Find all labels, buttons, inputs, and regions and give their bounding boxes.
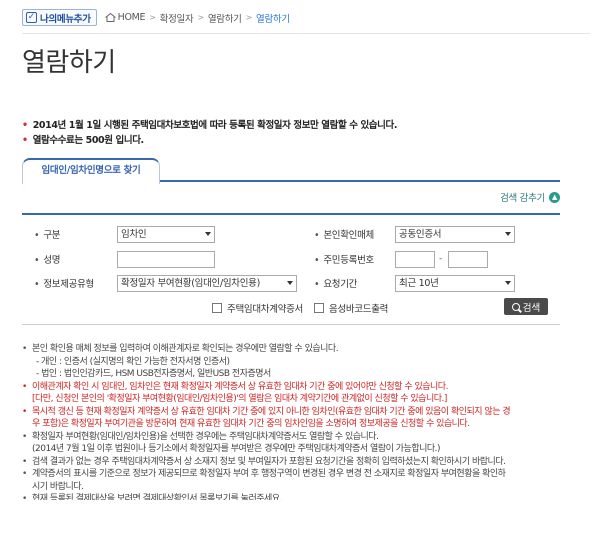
form-row: 구분 임차인 본인확인매체 공동인증서 xyxy=(22,224,560,244)
breadcrumb-current: 열람하기 xyxy=(256,13,290,25)
search-form: 구분 임차인 본인확인매체 공동인증서 성명 주민등록번호 - 정보제공유형 확… xyxy=(22,213,560,325)
notice-item: 2014년 1월 1일 시행된 주택임대차보호법에 따라 등록된 확정일자 정보… xyxy=(22,118,398,133)
period-select[interactable]: 최근 10년 xyxy=(395,274,515,292)
breadcrumb-view[interactable]: 열람하기 xyxy=(208,11,242,25)
guide-item: - 법인 : 법인인감카드, HSM USB전자증명서, 일반USB 전자증명서 xyxy=(36,369,271,379)
chevron-right-icon: > xyxy=(245,13,253,22)
jumin-front-input[interactable] xyxy=(395,250,435,268)
jumin-dash: - xyxy=(439,254,442,264)
search-button-label: 검색 xyxy=(522,302,541,314)
name-label: 성명 xyxy=(34,252,114,266)
home-icon xyxy=(104,12,116,22)
gubun-label: 구분 xyxy=(34,227,114,241)
info-type-select[interactable]: 확정일자 부여현황(임대인/임차인용) xyxy=(117,274,297,292)
chevron-down-icon xyxy=(287,280,293,285)
chevron-right-icon: > xyxy=(149,13,156,22)
form-row: 성명 주민등록번호 - xyxy=(22,249,560,269)
checkbox-icon xyxy=(212,303,222,313)
guide-item: 계약증서의 표시를 기준으로 정보가 제공되므로 확정일자 부여 후 행정구역이… xyxy=(22,468,582,481)
chevron-right-icon: > xyxy=(197,13,204,22)
period-label: 요청기간 xyxy=(314,276,394,290)
guide-item: 확정일자 부여현황(임대인/임차인용)을 선택한 경우에는 주택임대차계약증서도… xyxy=(22,431,582,444)
breadcrumb-home[interactable]: HOME xyxy=(118,12,146,23)
info-type-select-value: 확정일자 부여현황(임대인/임차인용) xyxy=(121,277,261,289)
guide-item: [다만, 신청인 본인의 '확정일자 부여현황(임대인/임차인용)'의 열람은 … xyxy=(32,394,447,404)
contract-checkbox-label: 주택임대차계약증서 xyxy=(227,304,303,315)
guide-item: 이해관계자 확인 시 임대인, 임차인은 현재 확정일자 계약증서 상 유효한 … xyxy=(22,381,582,394)
search-icon xyxy=(511,302,520,311)
chevron-down-icon xyxy=(505,231,511,236)
add-my-menu-button[interactable]: ✓ 나의메뉴추가 xyxy=(22,9,97,26)
chevron-down-icon xyxy=(205,231,211,236)
chevron-down-icon xyxy=(505,280,511,285)
gubun-select-value: 임차인 xyxy=(121,228,147,240)
page-title: 열람하기 xyxy=(22,48,116,78)
hide-search-toggle[interactable]: 검색 감추기 ▲ xyxy=(500,190,560,204)
gubun-select[interactable]: 임차인 xyxy=(117,225,215,243)
name-input[interactable] xyxy=(117,250,215,268)
guide-list: 본인 확인용 매체 정보를 입력하여 이해관계자로 확인되는 경우에만 열람할 … xyxy=(22,343,582,500)
guide-item: 우 포함)은 확정일자 부여기관을 방문하여 현재 유효한 임대차 기간 중의 … xyxy=(32,419,470,429)
form-row: 정보제공유형 확정일자 부여현황(임대인/임차인용) 요청기간 최근 10년 xyxy=(22,273,560,293)
breadcrumb-confirm-date[interactable]: 확정일자 xyxy=(160,11,194,25)
breadcrumb: HOME > 확정일자 > 열람하기 > 열람하기 xyxy=(104,11,290,25)
tab-search-by-name[interactable]: 임대인/임차인명으로 찾기 xyxy=(22,158,160,184)
barcode-checkbox[interactable]: 음성바코드출력 xyxy=(314,301,388,315)
notice-list: 2014년 1월 1일 시행된 주택임대차보호법에 따라 등록된 확정일자 정보… xyxy=(22,118,398,148)
guide-item: 검색 결과가 없는 경우 주택임대차계약증서 상 소재지 정보 및 부여일자가 … xyxy=(22,456,582,469)
check-icon: ✓ xyxy=(26,12,37,23)
guide-item: - 개인 : 인증서 (실지명의 확인 가능한 전자서명 인증서) xyxy=(36,356,230,367)
verify-select-value: 공동인증서 xyxy=(399,228,442,240)
search-button[interactable]: 검색 xyxy=(504,298,548,315)
hide-search-label: 검색 감추기 xyxy=(500,193,545,204)
notice-item: 열람수수료는 500원 입니다. xyxy=(22,133,397,148)
barcode-checkbox-label: 음성바코드출력 xyxy=(329,304,389,315)
tab-bar: 임대인/임차인명으로 찾기 xyxy=(22,158,560,184)
contract-checkbox[interactable]: 주택임대차계약증서 xyxy=(212,301,303,315)
checkbox-icon xyxy=(314,303,324,313)
guide-item: 목시적 갱신 등 현재 확정일자 계약증서 상 유효한 임대차 기간 중에 있지… xyxy=(22,406,582,419)
guide-item: (2014년 7월 1일 이후 법원이나 등기소에서 확정일자를 부여받은 경우… xyxy=(32,444,441,454)
guide-item: 본인 확인용 매체 정보를 입력하여 이해관계자로 확인되는 경우에만 열람할 … xyxy=(22,343,582,356)
add-my-menu-label: 나의메뉴추가 xyxy=(40,13,91,25)
chevron-up-icon: ▲ xyxy=(549,191,560,203)
guide-item: 현재 등록된 결제대상을 보려면 결제대상확인서 목록보기를 눌러주세요. xyxy=(22,493,582,500)
info-type-label: 정보제공유형 xyxy=(34,276,114,290)
jumin-back-input[interactable] xyxy=(448,250,488,268)
topbar: ✓ 나의메뉴추가 HOME > 확정일자 > 열람하기 > 열람하기 xyxy=(22,8,590,34)
jumin-label: 주민등록번호 xyxy=(314,252,394,266)
verify-label: 본인확인매체 xyxy=(314,227,394,241)
guide-item: 시기 바랍니다. xyxy=(32,481,84,492)
verify-select[interactable]: 공동인증서 xyxy=(395,225,515,243)
period-select-value: 최근 10년 xyxy=(399,277,439,289)
